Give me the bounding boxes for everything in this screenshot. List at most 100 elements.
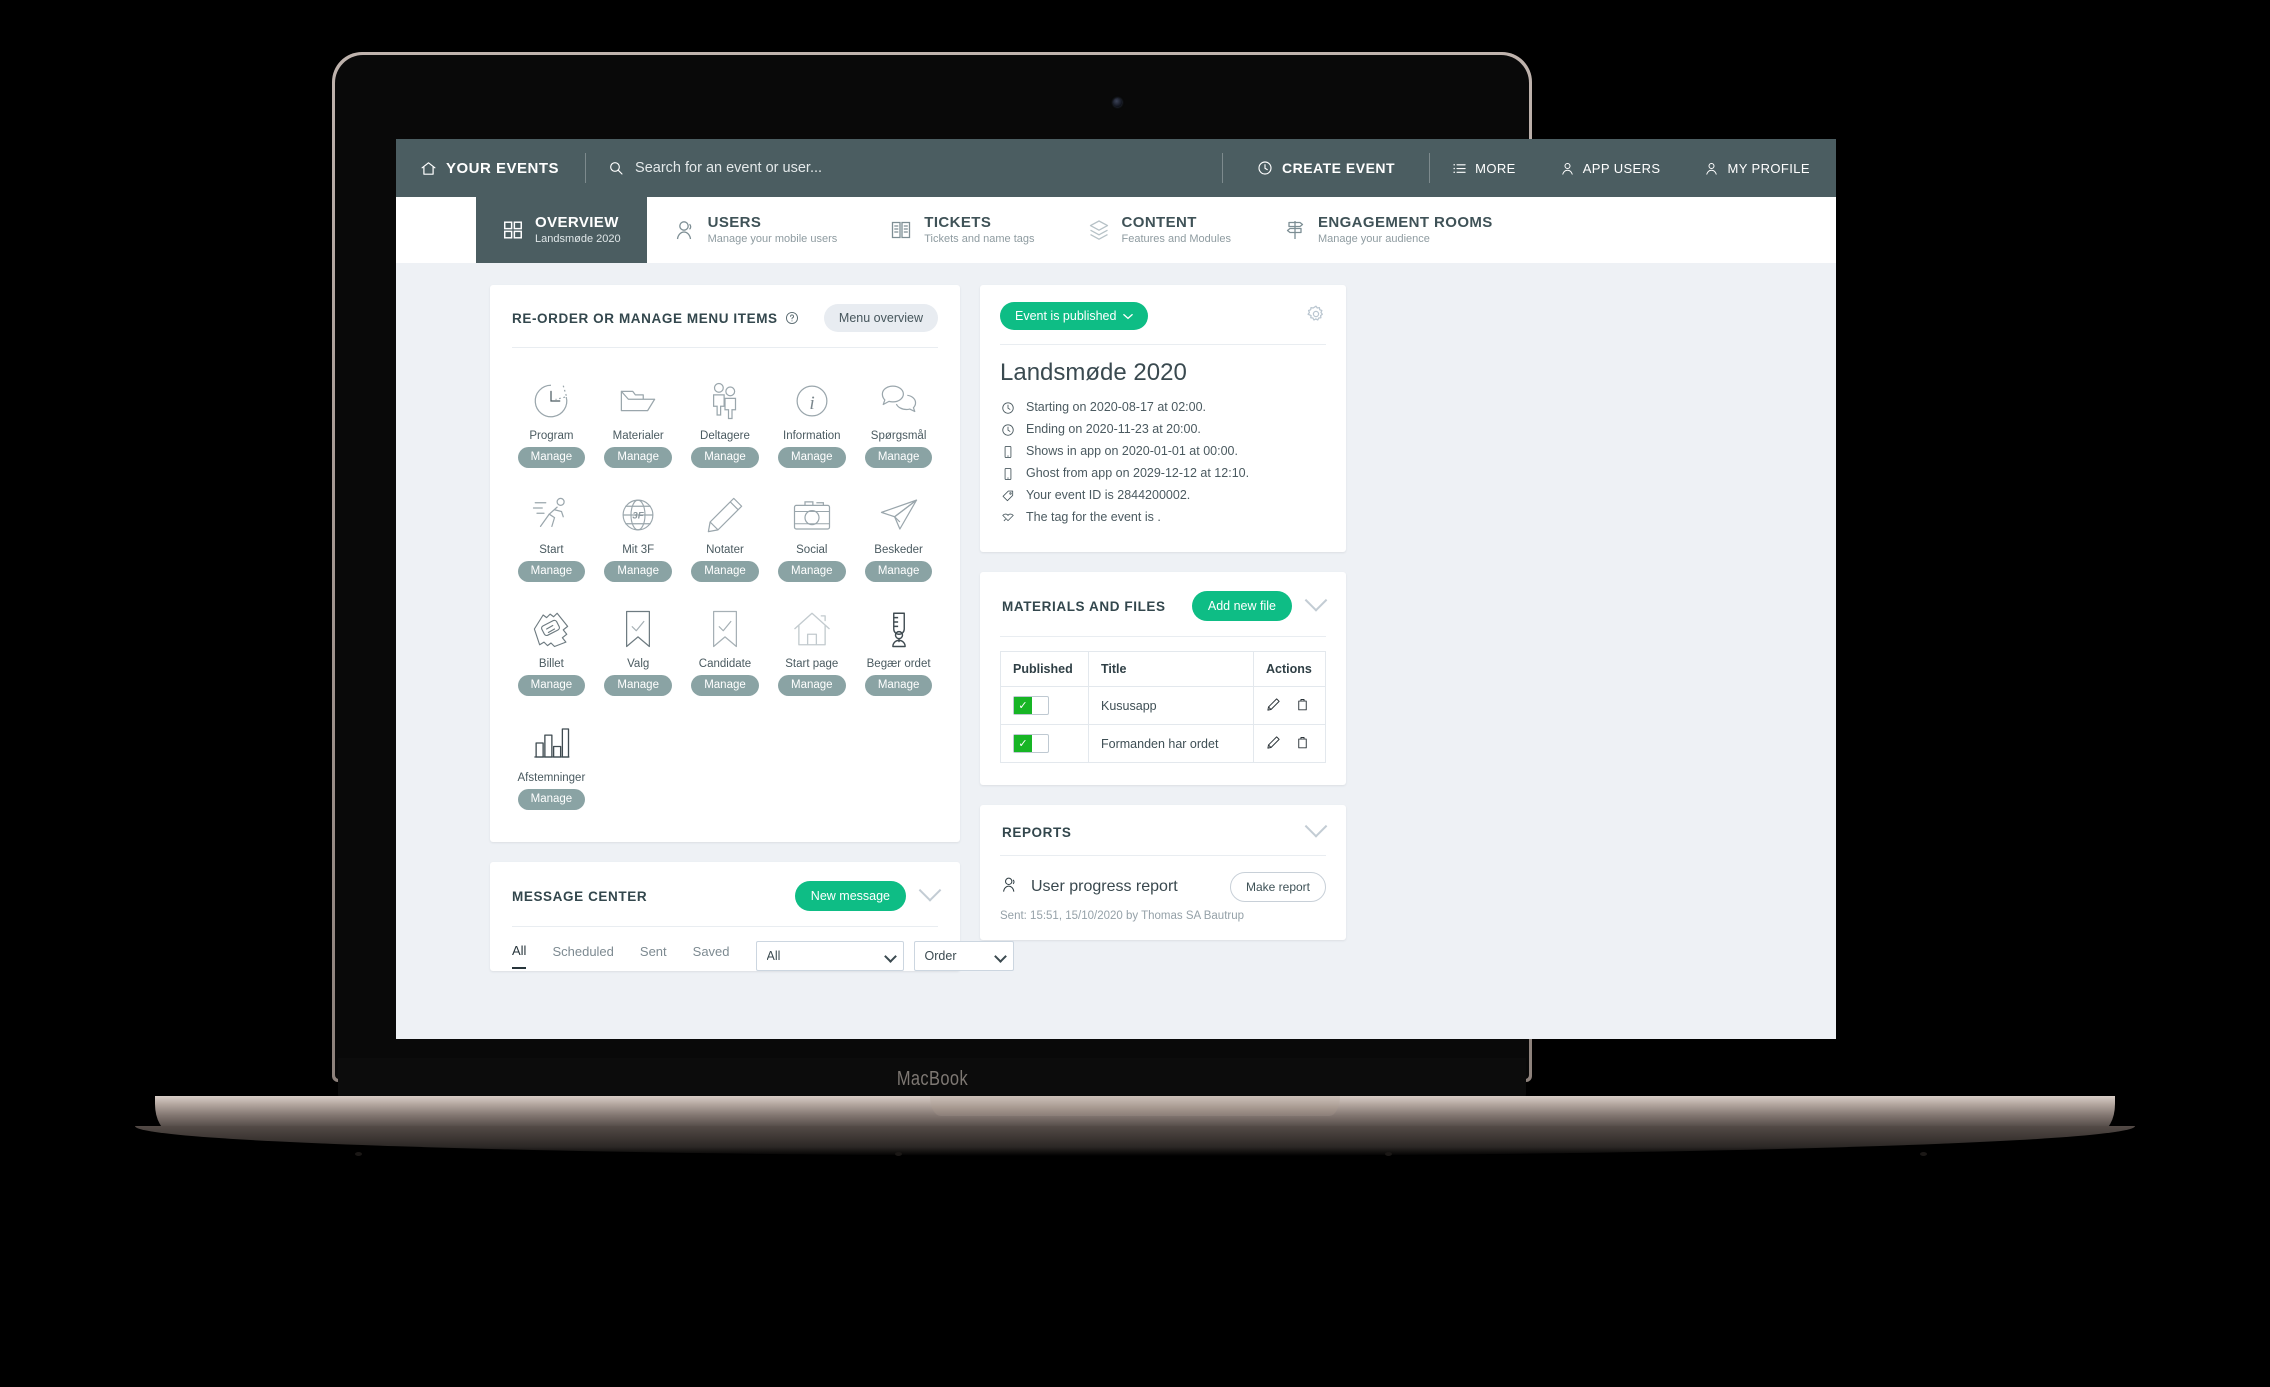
manage-button[interactable]: Manage bbox=[604, 561, 672, 582]
event-details-card: Event is published Landsmøde 2020 Starti… bbox=[980, 285, 1346, 552]
label-icon bbox=[1000, 510, 1015, 525]
menu-item-sporgsmal[interactable]: Spørgsmål Manage bbox=[855, 368, 942, 474]
manage-button[interactable]: Manage bbox=[604, 447, 672, 468]
column-title: Title bbox=[1088, 651, 1254, 687]
right-column: Event is published Landsmøde 2020 Starti… bbox=[980, 285, 1346, 940]
my-profile-button[interactable]: MY PROFILE bbox=[1682, 161, 1836, 176]
menu-item-begaer-ordet[interactable]: Begær ordet Manage bbox=[855, 596, 942, 702]
menu-item-mit-3f[interactable]: 3F Mit 3F Manage bbox=[595, 482, 682, 588]
menu-item-afstemninger[interactable]: Afstemninger Manage bbox=[508, 710, 595, 816]
message-tab-saved[interactable]: Saved bbox=[693, 944, 730, 968]
tab-engagement-rooms[interactable]: ENGAGEMENT ROOMS Manage your audience bbox=[1257, 197, 1519, 263]
menu-item-start[interactable]: Start Manage bbox=[508, 482, 595, 588]
microphone-icon bbox=[878, 604, 920, 650]
menu-item-label: Start page bbox=[785, 658, 839, 670]
toggle-check-icon: ✓ bbox=[1014, 735, 1032, 752]
message-order-select[interactable]: Order bbox=[913, 941, 1014, 971]
paper-plane-icon bbox=[878, 490, 920, 536]
create-event-button[interactable]: CREATE EVENT bbox=[1223, 139, 1429, 197]
manage-button[interactable]: Manage bbox=[517, 789, 586, 810]
edit-icon[interactable] bbox=[1266, 697, 1281, 715]
table-row: ✓ Kususapp bbox=[1000, 686, 1326, 725]
message-filter-select[interactable]: All bbox=[755, 941, 904, 971]
your-events-nav-button[interactable]: YOUR EVENTS bbox=[396, 139, 585, 197]
more-menu-button[interactable]: MORE bbox=[1430, 161, 1538, 176]
screenshot-stage: YOUR EVENTS Search for an event or user.… bbox=[0, 0, 2270, 1387]
message-tab-scheduled[interactable]: Scheduled bbox=[552, 944, 613, 968]
materials-title: MATERIALS AND FILES bbox=[1002, 598, 1166, 614]
phone-icon bbox=[1000, 444, 1015, 459]
message-tab-all[interactable]: All bbox=[512, 943, 527, 969]
chevron-down-icon[interactable] bbox=[1304, 589, 1328, 612]
published-toggle[interactable]: ✓ bbox=[1013, 734, 1049, 753]
manage-button[interactable]: Manage bbox=[604, 675, 672, 696]
menu-item-label: Billet bbox=[538, 658, 564, 670]
laptop-feet bbox=[0, 1152, 2270, 1160]
add-new-file-button[interactable]: Add new file bbox=[1191, 591, 1292, 621]
event-status-dropdown[interactable]: Event is published bbox=[1000, 302, 1149, 330]
ribbon-check-icon bbox=[704, 604, 746, 650]
manage-button[interactable]: Manage bbox=[778, 675, 846, 696]
manage-button[interactable]: Manage bbox=[517, 561, 586, 582]
menu-item-valg[interactable]: Valg Manage bbox=[595, 596, 682, 702]
chevron-down-icon[interactable] bbox=[918, 879, 942, 902]
manage-button[interactable]: Manage bbox=[864, 447, 933, 468]
manage-button[interactable]: Manage bbox=[517, 447, 586, 468]
manage-button[interactable]: Manage bbox=[691, 561, 759, 582]
published-toggle[interactable]: ✓ bbox=[1013, 696, 1049, 715]
help-icon[interactable] bbox=[785, 311, 799, 325]
search-icon bbox=[608, 160, 624, 176]
make-report-button[interactable]: Make report bbox=[1229, 872, 1326, 902]
svg-text:3F: 3F bbox=[633, 511, 645, 522]
new-message-button[interactable]: New message bbox=[794, 881, 906, 911]
app-users-button[interactable]: APP USERS bbox=[1538, 161, 1683, 176]
menu-item-beskeder[interactable]: Beskeder Manage bbox=[855, 482, 942, 588]
menu-item-candidate[interactable]: Candidate Manage bbox=[682, 596, 769, 702]
report-item-user-progress: User progress report Make report bbox=[980, 856, 1346, 904]
tab-tickets[interactable]: TICKETS Tickets and name tags bbox=[863, 197, 1060, 263]
manage-button[interactable]: Manage bbox=[691, 675, 759, 696]
manage-button[interactable]: Manage bbox=[778, 447, 846, 468]
home-icon bbox=[420, 160, 437, 177]
event-detail-text: Ghost from app on 2029-12-12 at 12:10. bbox=[1026, 466, 1250, 480]
menu-item-label: Spørgsmål bbox=[870, 430, 927, 442]
manage-button[interactable]: Manage bbox=[691, 447, 759, 468]
menu-item-program[interactable]: Program Manage bbox=[508, 368, 595, 474]
global-search[interactable]: Search for an event or user... bbox=[586, 139, 1222, 197]
my-profile-label: MY PROFILE bbox=[1727, 160, 1810, 176]
tab-overview[interactable]: OVERVIEW Landsmøde 2020 bbox=[476, 197, 647, 263]
tab-overview-title: OVERVIEW bbox=[535, 213, 619, 231]
menu-items-header: RE-ORDER OR MANAGE MENU ITEMS Menu overv… bbox=[490, 285, 960, 347]
manage-button[interactable]: Manage bbox=[517, 675, 586, 696]
chevron-down-icon[interactable] bbox=[1304, 815, 1328, 838]
menu-item-label: Program bbox=[529, 430, 574, 442]
cell-actions bbox=[1253, 724, 1326, 763]
manage-button[interactable]: Manage bbox=[864, 561, 933, 582]
edit-icon[interactable] bbox=[1266, 735, 1281, 753]
message-filter-wrap: All bbox=[755, 941, 904, 971]
tab-users[interactable]: USERS Manage your mobile users bbox=[647, 197, 864, 263]
delete-icon[interactable] bbox=[1295, 735, 1310, 753]
materials-table-head: Published Title Actions bbox=[1000, 651, 1326, 687]
event-detail-row: The tag for the event is . bbox=[1000, 510, 1326, 525]
menu-item-deltagere[interactable]: Deltagere Manage bbox=[682, 368, 769, 474]
menu-items-grid: Program Manage Materialer Manage Deltage… bbox=[490, 348, 960, 842]
tab-content[interactable]: CONTENT Features and Modules bbox=[1061, 197, 1257, 263]
manage-button[interactable]: Manage bbox=[778, 561, 846, 582]
list-icon bbox=[1452, 161, 1467, 176]
gear-icon[interactable] bbox=[1306, 304, 1326, 329]
menu-item-materialer[interactable]: Materialer Manage bbox=[595, 368, 682, 474]
message-tab-sent[interactable]: Sent bbox=[640, 944, 667, 968]
delete-icon[interactable] bbox=[1295, 697, 1310, 715]
menu-item-notater[interactable]: Notater Manage bbox=[682, 482, 769, 588]
menu-item-social[interactable]: Social Manage bbox=[768, 482, 855, 588]
event-status-label: Event is published bbox=[1015, 309, 1117, 323]
tab-engagement-sub: Manage your audience bbox=[1317, 232, 1430, 245]
cell-published: ✓ bbox=[1000, 724, 1089, 763]
menu-item-information[interactable]: i Information Manage bbox=[768, 368, 855, 474]
menu-item-billet[interactable]: Billet Manage bbox=[508, 596, 595, 702]
menu-overview-button[interactable]: Menu overview bbox=[823, 304, 938, 332]
tab-tickets-title: TICKETS bbox=[924, 213, 992, 231]
menu-item-start-page[interactable]: Start page Manage bbox=[768, 596, 855, 702]
manage-button[interactable]: Manage bbox=[864, 675, 933, 696]
